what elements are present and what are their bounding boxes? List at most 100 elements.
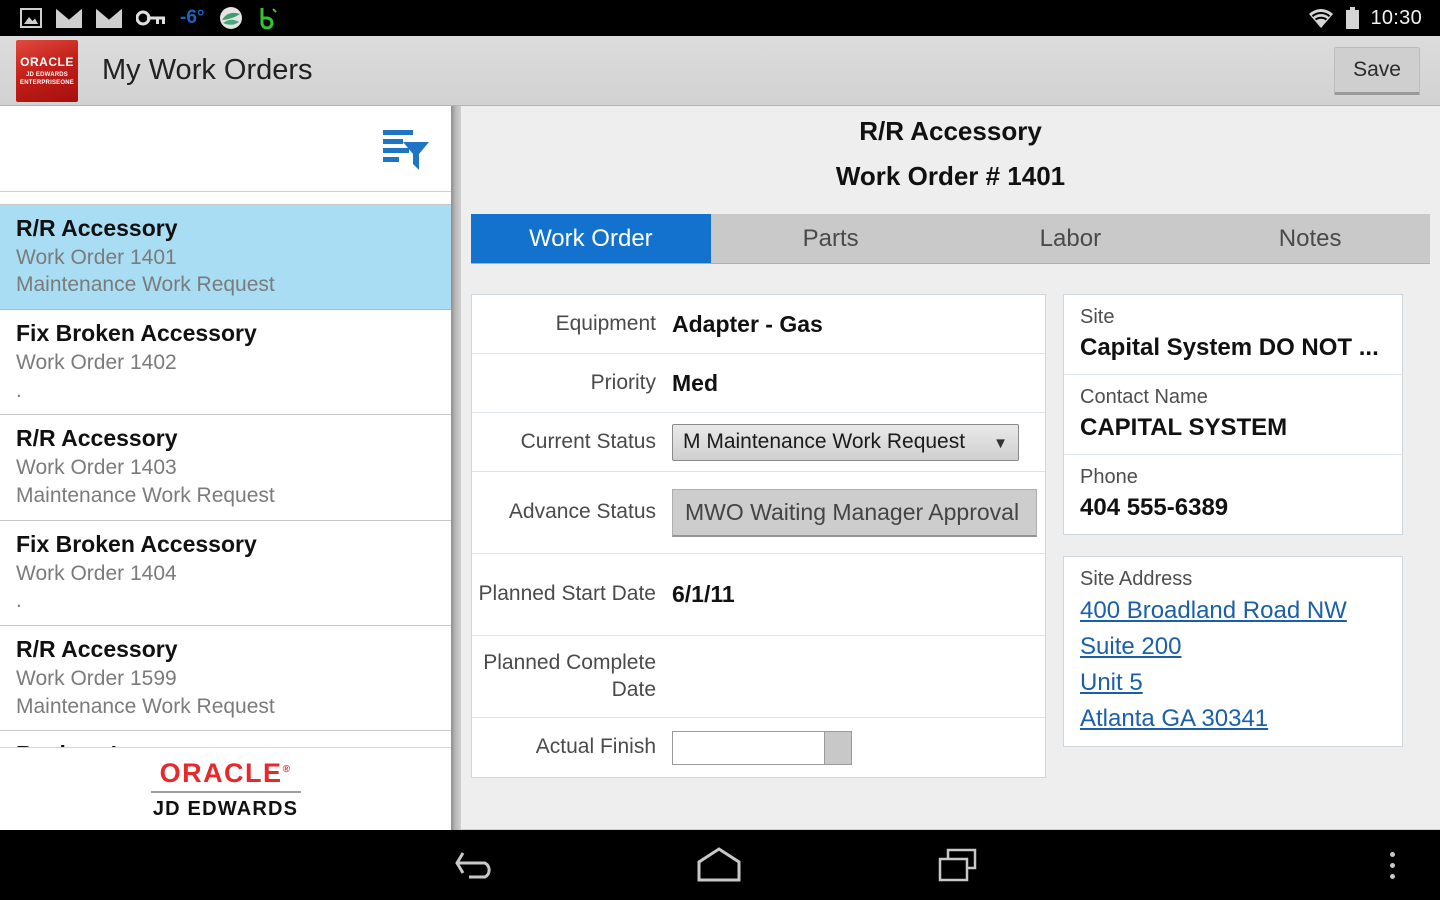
list-item-title: Fix Broken Accessory — [16, 530, 257, 557]
list-item-title: Replace Lamps — [16, 740, 451, 747]
field-row-equipment: Equipment Adapter - Gas — [472, 295, 1045, 354]
current-status-label: Current Status — [520, 429, 656, 453]
planned-complete-label: Planned Complete Date — [483, 650, 656, 701]
field-row-planned-complete: Planned Complete Date — [472, 636, 1045, 718]
advance-status-label: Advance Status — [508, 500, 656, 524]
image-icon — [20, 8, 42, 28]
list-item[interactable]: R/R Accessory Work Order 1403 Maintenanc… — [0, 415, 451, 521]
detail-body: Equipment Adapter - Gas Priority Med Cur… — [461, 294, 1440, 830]
planned-start-value: 6/1/11 — [672, 581, 735, 607]
priority-value: Med — [672, 369, 718, 396]
brand-divider — [150, 790, 301, 793]
logo-oracle-text: ORACLE — [20, 54, 74, 69]
detail-header: R/R Accessory Work Order # 1401 — [461, 106, 1440, 192]
tab-notes[interactable]: Notes — [1190, 214, 1430, 263]
globe-icon — [219, 7, 242, 29]
oracle-wordmark-text: ORACLE — [159, 757, 283, 788]
site-address-label: Site Address — [1080, 568, 1193, 591]
jd-edwards-wordmark: JD EDWARDS — [152, 797, 299, 820]
overflow-menu-button[interactable] — [1372, 845, 1412, 885]
mail-icon — [56, 8, 82, 28]
tab-work-order[interactable]: Work Order — [471, 214, 711, 263]
field-row-current-status: Current Status M Maintenance Work Reques… — [472, 413, 1045, 472]
list-item[interactable]: R/R Accessory Work Order 1401 Maintenanc… — [0, 204, 451, 311]
list-item-status: . — [16, 589, 22, 613]
status-bar-system-icons: 10:30 — [1307, 6, 1440, 30]
list-item-status: Maintenance Work Request — [16, 694, 275, 718]
site-address-card: Site Address 400 Broadland Road NW Suite… — [1063, 556, 1403, 748]
temperature-label: -6° — [180, 7, 205, 28]
recents-icon — [938, 848, 977, 882]
list-item-title: Fix Broken Accessory — [16, 320, 257, 347]
field-row-advance-status: Advance Status MWO Waiting Manager Appro… — [472, 472, 1045, 554]
battery-icon — [1346, 6, 1360, 29]
oracle-wordmark: ORACLE® — [160, 758, 292, 789]
address-line-link[interactable]: Suite 200 — [1080, 629, 1402, 665]
site-card: Site Capital System DO NOT ... Contact N… — [1063, 294, 1403, 536]
overflow-menu-icon — [1389, 851, 1395, 857]
field-row-priority: Priority Med — [472, 354, 1045, 413]
list-item-status: Maintenance Work Request — [16, 273, 275, 297]
current-status-control: M Maintenance Work Request ▼ — [672, 423, 1045, 461]
list-item[interactable]: Fix Broken Accessory Work Order 1404 . — [0, 520, 451, 627]
overflow-menu-icon — [1389, 862, 1395, 868]
list-item-status: Maintenance Work Request — [16, 483, 275, 507]
back-button[interactable] — [455, 845, 499, 885]
list-item[interactable]: R/R Accessory Work Order 1599 Maintenanc… — [0, 626, 451, 732]
home-icon — [697, 847, 741, 882]
contact-name-value: CAPITAL SYSTEM — [1080, 414, 1288, 442]
advance-status-control: MWO Waiting Manager Approval — [672, 488, 1045, 537]
list-item[interactable]: Order Reviewed — [0, 192, 451, 205]
address-line-link[interactable]: Atlanta GA 30341 — [1080, 701, 1402, 737]
calendar-icon[interactable] — [824, 730, 852, 765]
status-bar-notification-icons: -6° — [0, 6, 279, 30]
equipment-label: Equipment — [555, 311, 656, 335]
panel-divider — [451, 106, 461, 830]
page-title: My Work Orders — [102, 54, 313, 86]
phone-value: 404 555-6389 — [1080, 494, 1229, 522]
oracle-jde-brand-footer: ORACLE® JD EDWARDS — [0, 747, 451, 830]
save-button[interactable]: Save — [1334, 46, 1420, 95]
field-row-actual-finish: Actual Finish — [472, 718, 1045, 777]
site-info-column: Site Capital System DO NOT ... Contact N… — [1063, 294, 1403, 830]
filter-icon[interactable] — [381, 128, 431, 172]
list-item-status: Order Reviewed — [16, 192, 451, 194]
list-item-order: Work Order 1403 — [16, 456, 177, 480]
actual-finish-control — [672, 730, 1045, 765]
detail-subtitle: Work Order # 1401 — [835, 161, 1066, 191]
device-screen: -6° 10:30 ORACLE JD EDWARDS ENTERPRISEON… — [0, 0, 1440, 900]
advance-status-button[interactable]: MWO Waiting Manager Approval — [672, 488, 1037, 537]
phone-label: Phone — [1080, 466, 1138, 489]
address-line-link[interactable]: 400 Broadland Road NW — [1080, 593, 1402, 629]
app-action-bar: ORACLE JD EDWARDS ENTERPRISEONE My Work … — [0, 36, 1440, 106]
current-status-select-wrap: M Maintenance Work Request ▼ — [672, 423, 1019, 461]
recents-button[interactable] — [937, 847, 979, 883]
mail-icon — [96, 8, 122, 28]
list-filter-bar — [0, 106, 451, 192]
android-status-bar: -6° 10:30 — [0, 0, 1440, 36]
wifi-icon — [1309, 8, 1334, 28]
list-item-order: Work Order 1404 — [16, 561, 177, 585]
field-row-planned-start: Planned Start Date 6/1/11 — [472, 554, 1045, 636]
status-bar-clock: 10:30 — [1370, 6, 1422, 29]
tab-parts[interactable]: Parts — [710, 214, 951, 263]
list-item[interactable]: Fix Broken Accessory Work Order 1402 . — [0, 310, 451, 416]
work-order-list-panel: Order Reviewed R/R Accessory Work Order … — [0, 106, 451, 830]
work-order-detail-panel: R/R Accessory Work Order # 1401 Work Ord… — [461, 106, 1440, 830]
work-order-form-card: Equipment Adapter - Gas Priority Med Cur… — [471, 294, 1046, 778]
list-item-title: R/R Accessory — [16, 214, 178, 241]
tab-labor[interactable]: Labor — [950, 214, 1191, 263]
overflow-menu-icon — [1389, 873, 1395, 879]
contact-name-row: Contact Name CAPITAL SYSTEM — [1064, 375, 1402, 456]
current-status-select[interactable]: M Maintenance Work Request — [672, 423, 1019, 461]
list-item[interactable]: Replace Lamps Work Order 1267129 Order C… — [0, 731, 451, 747]
address-line-link[interactable]: Unit 5 — [1080, 665, 1402, 701]
android-navigation-bar — [0, 830, 1440, 900]
list-item-status: . — [16, 378, 22, 402]
work-order-list[interactable]: Order Reviewed R/R Accessory Work Order … — [0, 192, 451, 747]
phone-row: Phone 404 555-6389 — [1064, 455, 1402, 534]
registered-mark: ® — [282, 763, 292, 775]
key-icon — [136, 10, 165, 26]
home-button[interactable] — [695, 846, 743, 884]
equipment-value: Adapter - Gas — [672, 310, 823, 337]
